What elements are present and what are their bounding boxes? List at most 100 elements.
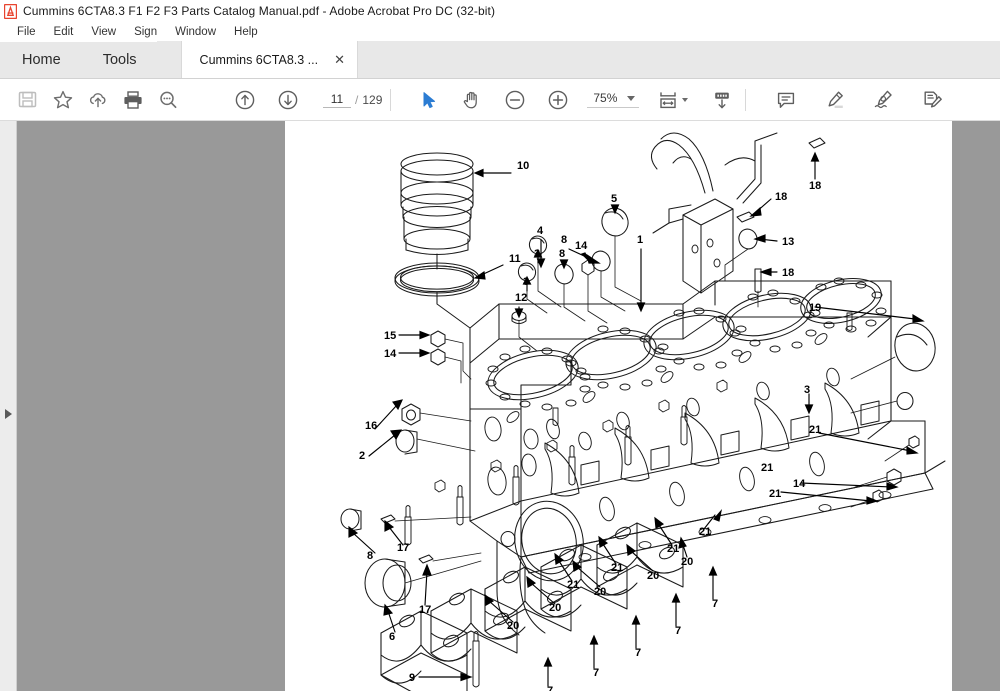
- page-navigation: 11 / 129: [323, 92, 382, 108]
- previous-page-button[interactable]: [227, 83, 262, 117]
- acrobat-document-icon: [4, 3, 17, 19]
- zoom-level-value: 75%: [593, 91, 618, 105]
- menu-sign[interactable]: Sign: [125, 25, 166, 39]
- upload-to-cloud-button[interactable]: [80, 83, 115, 117]
- callout-number: 21: [769, 488, 781, 500]
- zoom-in-button[interactable]: [540, 83, 575, 117]
- hand-tool-button[interactable]: [454, 83, 489, 117]
- next-page-button[interactable]: [270, 83, 305, 117]
- document-canvas[interactable]: 10 11 12 3 3 4 14 8 8 5 1 18 18 13 18 19: [17, 121, 1000, 691]
- sign-pen-icon: [875, 90, 893, 109]
- sign-document-button[interactable]: [866, 83, 901, 117]
- chevron-down-icon[interactable]: [627, 95, 636, 101]
- callout-number: 21: [567, 579, 579, 591]
- callout-number: 7: [675, 625, 681, 637]
- tab-strip: Home Tools Cummins 6CTA8.3 ... ✕: [0, 41, 1000, 79]
- callout-number: 6: [389, 631, 395, 643]
- callout-number: 8: [561, 234, 567, 246]
- callout-number: 20: [647, 570, 659, 582]
- callout-number: 10: [517, 160, 529, 172]
- zoom-out-button[interactable]: [497, 83, 532, 117]
- search-button[interactable]: [150, 83, 185, 117]
- add-comment-button[interactable]: [768, 83, 803, 117]
- menu-bar: File Edit View Sign Window Help: [0, 22, 1000, 42]
- callout-number: 3: [523, 276, 529, 288]
- toolbar-navigation-group: [227, 83, 305, 117]
- toolbar: 11 / 129 75%: [0, 79, 1000, 121]
- tab-home[interactable]: Home: [0, 41, 83, 78]
- tab-tools[interactable]: Tools: [83, 41, 157, 78]
- callout-number: 14: [575, 240, 588, 252]
- callout-labels: 10 11 12 3 3 4 14 8 8 5 1 18 18 13 18 19: [359, 160, 821, 691]
- callout-number: 15: [384, 330, 396, 342]
- arrow-up-circle-icon: [235, 90, 254, 109]
- page-total-label: 129: [362, 92, 383, 107]
- toolbar-divider-2: [745, 88, 747, 111]
- callout-number: 18: [809, 180, 821, 192]
- menu-edit[interactable]: Edit: [45, 25, 83, 39]
- callout-number: 16: [365, 420, 377, 432]
- callout-number: 4: [537, 225, 544, 237]
- page-number-input[interactable]: 11: [323, 92, 351, 108]
- menu-help[interactable]: Help: [225, 25, 267, 39]
- callout-number: 21: [611, 562, 623, 574]
- menu-window[interactable]: Window: [166, 25, 225, 39]
- highlight-text-button[interactable]: [817, 83, 852, 117]
- print-icon: [123, 90, 142, 109]
- zoom-out-icon: [505, 90, 525, 109]
- callout-number: 14: [793, 478, 806, 490]
- menu-view[interactable]: View: [82, 25, 125, 39]
- fit-page-icon: [660, 91, 677, 108]
- callout-number: 18: [782, 267, 794, 279]
- fit-page-chevron-down-icon[interactable]: [682, 97, 689, 102]
- fit-page-button[interactable]: [655, 83, 690, 117]
- callout-number: 7: [593, 667, 599, 679]
- page-separator: /: [355, 92, 359, 107]
- zoom-level-selector[interactable]: 75%: [587, 91, 640, 108]
- callout-number: 7: [712, 598, 718, 610]
- callout-number: 12: [515, 292, 527, 304]
- save-floppy-icon: [18, 91, 37, 108]
- callout-number: 17: [419, 604, 431, 616]
- parts-diagram: 10 11 12 3 3 4 14 8 8 5 1 18 18 13 18 19: [340, 132, 946, 691]
- callout-number: 5: [611, 193, 617, 205]
- save-button[interactable]: [10, 83, 45, 117]
- menu-file[interactable]: File: [8, 25, 45, 39]
- toolbar-annotation-group: [768, 83, 950, 117]
- toolbar-view-group: [411, 83, 489, 117]
- edit-pdf-button[interactable]: [915, 83, 950, 117]
- expand-panel-arrow-icon[interactable]: [5, 409, 12, 419]
- callout-number: 3: [534, 248, 540, 260]
- window-title: Cummins 6CTA8.3 F1 F2 F3 Parts Catalog M…: [23, 4, 496, 18]
- cloud-upload-icon: [89, 92, 105, 107]
- callout-number: 18: [775, 191, 787, 203]
- document-viewer: 10 11 12 3 3 4 14 8 8 5 1 18 18 13 18 19: [0, 121, 1000, 691]
- hand-tool-icon: [463, 91, 477, 108]
- title-bar: Cummins 6CTA8.3 F1 F2 F3 Parts Catalog M…: [0, 0, 1000, 22]
- callout-number: 2: [359, 450, 365, 462]
- scroll-mode-button[interactable]: [704, 83, 739, 117]
- callout-number: 13: [782, 236, 794, 248]
- comment-icon: [777, 92, 795, 108]
- callout-number: 11: [509, 253, 521, 265]
- highlight-marker-icon: [828, 91, 843, 108]
- add-to-favorites-button[interactable]: [45, 83, 80, 117]
- navigation-rail-panel[interactable]: [0, 121, 17, 691]
- callout-number: 17: [397, 542, 409, 554]
- zoom-in-icon: [548, 90, 568, 109]
- toolbar-file-group: [10, 83, 185, 117]
- callout-number: 8: [367, 550, 373, 562]
- tab-document-label: Cummins 6CTA8.3 ...: [199, 52, 319, 67]
- tab-strip-filler: [358, 41, 1000, 78]
- pdf-page[interactable]: 10 11 12 3 3 4 14 8 8 5 1 18 18 13 18 19: [285, 121, 952, 691]
- callout-number: 14: [384, 348, 397, 360]
- select-tool-button[interactable]: [411, 83, 446, 117]
- tab-document[interactable]: Cummins 6CTA8.3 ... ✕: [180, 41, 359, 78]
- callout-number: 21: [809, 424, 821, 436]
- star-icon: [53, 90, 72, 108]
- close-icon[interactable]: ✕: [332, 53, 347, 66]
- print-button[interactable]: [115, 83, 150, 117]
- arrow-down-circle-icon: [278, 90, 297, 109]
- callout-number: 19: [809, 302, 821, 314]
- toolbar-divider-1: [390, 88, 392, 111]
